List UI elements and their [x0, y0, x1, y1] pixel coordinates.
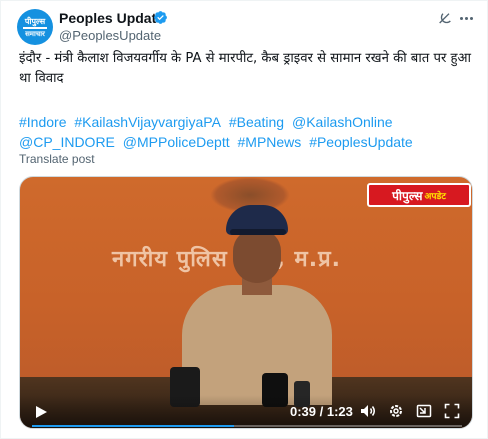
- grok-icon[interactable]: [437, 11, 453, 27]
- settings-icon[interactable]: [388, 403, 404, 419]
- fullscreen-icon[interactable]: [444, 403, 460, 419]
- video-controls: [20, 395, 472, 428]
- channel-logo-sub: अपडेट: [424, 191, 446, 202]
- avatar-divider: [23, 26, 47, 29]
- author-handle[interactable]: @PeoplesUpdate: [59, 28, 161, 43]
- more-icon[interactable]: [457, 9, 475, 27]
- tweet-card[interactable]: पीपुल्स समाचार Peoples Update @PeoplesUp…: [0, 0, 488, 439]
- verified-badge-icon: [154, 11, 167, 24]
- avatar[interactable]: पीपुल्स समाचार: [17, 9, 53, 45]
- avatar-text-line1: पीपुल्स: [24, 16, 46, 26]
- translate-post-link[interactable]: Translate post: [19, 152, 95, 166]
- video-time: 0:39 / 1:23: [290, 404, 353, 419]
- hashtag-link[interactable]: #Indore: [19, 114, 66, 130]
- mention-link[interactable]: @CP_INDORE: [19, 134, 115, 150]
- hashtag-link[interactable]: #MPNews: [238, 134, 302, 150]
- officer-cap-peak: [230, 229, 286, 235]
- mention-link[interactable]: @MPPoliceDeptt: [123, 134, 230, 150]
- video-progress-fill: [32, 425, 235, 427]
- channel-logo: पीपुल्स अपडेट: [367, 183, 471, 207]
- video-banner-text: नगरीय पुलिस इंदौर, म.प्र.: [112, 247, 341, 272]
- video-progress-bar[interactable]: [32, 425, 462, 427]
- hashtag-link[interactable]: #PeoplesUpdate: [309, 134, 413, 150]
- hashtag-link[interactable]: #Beating: [229, 114, 284, 130]
- tweet-text: इंदौर - मंत्री कैलाश विजयवर्गीय के PA से…: [19, 51, 472, 86]
- mention-link[interactable]: @KailashOnline: [292, 114, 393, 130]
- avatar-text-line2: समाचार: [25, 29, 45, 38]
- picture-in-picture-icon[interactable]: [416, 403, 432, 419]
- officer-head: [233, 229, 281, 283]
- hashtag-link[interactable]: #KailashVijayvargiyaPA: [74, 114, 221, 130]
- video-player[interactable]: नगरीय पुलिस इंदौर, म.प्र. पीपुल्स अपडेट …: [19, 176, 473, 429]
- author-name[interactable]: Peoples Update: [59, 10, 164, 26]
- volume-icon[interactable]: [360, 403, 376, 419]
- hashtag-list: #Indore #KailashVijayvargiyaPA #Beating …: [19, 112, 479, 152]
- channel-logo-main: पीपुल्स: [392, 188, 423, 203]
- play-icon[interactable]: [34, 405, 48, 419]
